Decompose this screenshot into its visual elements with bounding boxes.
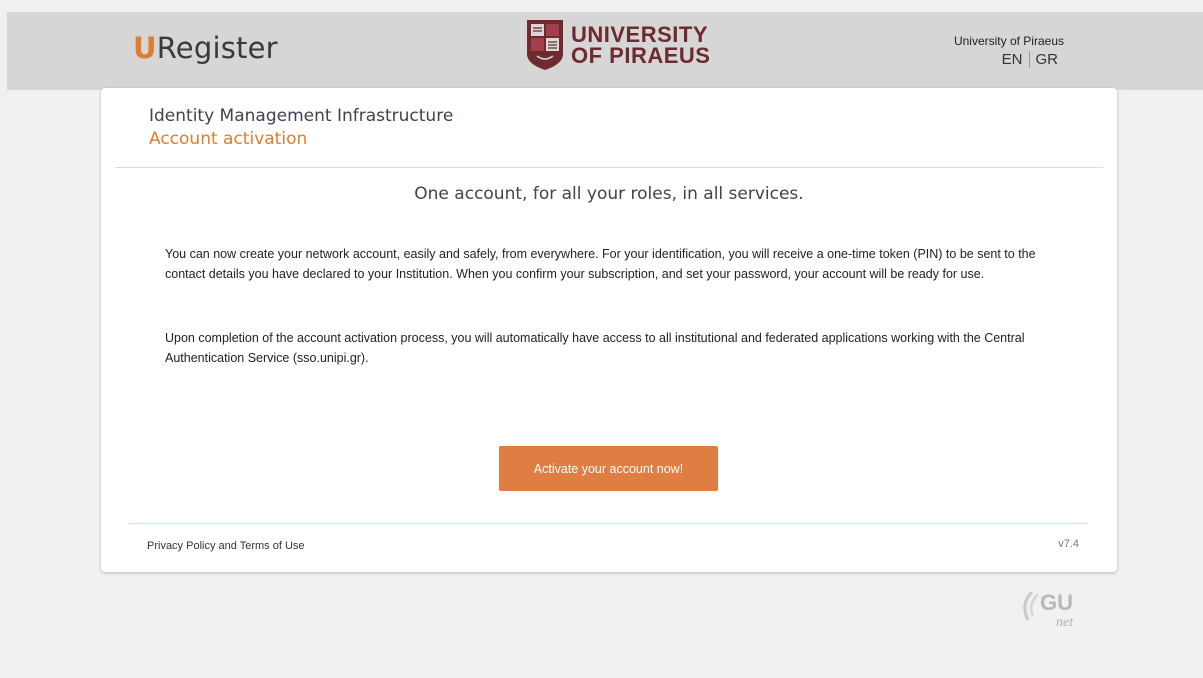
lang-en-link[interactable]: EN	[996, 51, 1029, 68]
footer-divider	[129, 523, 1087, 524]
page-subtitle: Account activation	[149, 129, 308, 149]
university-line2: OF PIRAEUS	[571, 43, 711, 68]
header-divider	[115, 167, 1103, 168]
lang-gr-link[interactable]: GR	[1028, 51, 1065, 68]
card-header: Identity Management Infrastructure Accou…	[149, 106, 453, 149]
intro-paragraph: You can now create your network account,…	[165, 247, 1036, 281]
brand-initial: U	[133, 31, 157, 65]
page-frame: URegister UNIVERSITY OF PIRAEUS Universi…	[7, 12, 1203, 678]
activate-account-button[interactable]: Activate your account now!	[499, 446, 718, 491]
page-title: Identity Management Infrastructure	[149, 106, 454, 126]
header-right: University of Piraeus EN GR	[954, 34, 1064, 68]
brand-rest: Register	[156, 31, 278, 65]
uregister-logo[interactable]: URegister	[133, 31, 278, 65]
version-label: v7.4	[1058, 538, 1079, 550]
access-paragraph: Upon completion of the account activatio…	[165, 331, 1025, 365]
top-bar: URegister UNIVERSITY OF PIRAEUS Universi…	[7, 12, 1203, 90]
tagline: One account, for all your roles, in all …	[414, 184, 804, 204]
language-switcher: EN GR	[954, 51, 1064, 68]
institution-name: University of Piraeus	[953, 34, 1064, 48]
university-crest-icon	[527, 20, 563, 70]
privacy-policy-link[interactable]: Privacy Policy and Terms of Use	[147, 540, 305, 552]
university-name: UNIVERSITY OF PIRAEUS	[571, 22, 711, 68]
university-logo[interactable]: UNIVERSITY OF PIRAEUS	[525, 18, 710, 72]
activation-card: Identity Management Infrastructure Accou…	[101, 88, 1117, 572]
gunet-sub-text: net	[1056, 615, 1074, 630]
gunet-logo-icon[interactable]: GU net	[1018, 584, 1082, 630]
gunet-main-text: GU	[1040, 590, 1073, 615]
university-line1: UNIVERSITY	[571, 22, 709, 47]
